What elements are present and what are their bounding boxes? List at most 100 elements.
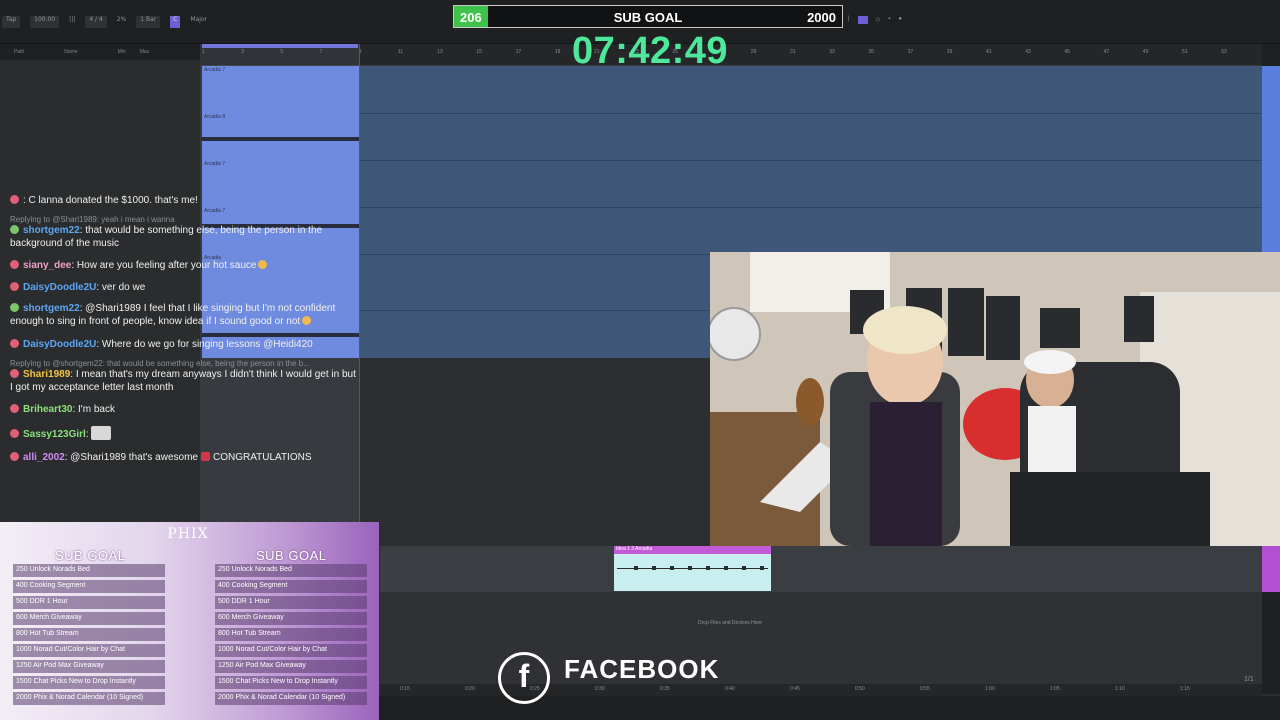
chat-username[interactable]: shortgem22	[23, 303, 80, 314]
user-badge-icon	[10, 404, 19, 413]
loop-toggle-icon[interactable]	[857, 16, 868, 24]
time-tick: 1:15	[1180, 686, 1190, 692]
goal-item: 250 Unlock Norads Bed	[215, 564, 367, 577]
sub-goal-bar: SUB GOAL 206 2000	[453, 5, 843, 28]
chat-username[interactable]: DaisyDoodle2U	[23, 282, 96, 293]
goal-item: 800 Hot Tub Stream	[215, 628, 367, 641]
midi-note	[724, 566, 728, 570]
time-tick: 0:20	[465, 686, 475, 692]
ruler-tick: 37	[907, 49, 914, 55]
goal-item: 250 Unlock Norads Bed	[13, 564, 165, 577]
midi-note	[706, 566, 710, 570]
ruler-tick: 51	[1182, 49, 1188, 55]
goal-item: 500 DDR 1 Hour	[215, 596, 367, 609]
user-badge-icon	[10, 195, 19, 204]
chat-message: shortgem22: @Shari1989 I feel that I lik…	[10, 302, 356, 328]
chat-username[interactable]: DaisyDoodle2U	[23, 339, 96, 350]
draw-mode-icon[interactable]: ◇	[876, 16, 881, 28]
facebook-icon-letter: f	[518, 658, 530, 694]
midi-clip[interactable]: Idea 1 3 Arcadia	[614, 546, 771, 591]
key-root-select[interactable]: C	[170, 16, 181, 28]
goal-item: 800 Hot Tub Stream	[13, 628, 165, 641]
user-badge-icon	[10, 369, 19, 378]
chat-username[interactable]: siany_dee	[23, 260, 71, 271]
user-badge-icon	[10, 452, 19, 461]
quantize-select[interactable]: 1 Bar	[136, 16, 161, 28]
chat-message-text: :	[85, 429, 89, 440]
goal-item: 2000 Phix & Norad Calendar (10 Signed)	[215, 692, 367, 705]
midi-clip-label: Idea 1 3 Arcadia	[614, 546, 771, 554]
chat-message: shortgem22: that would be something else…	[10, 224, 356, 250]
webcam-feed	[710, 252, 1280, 546]
column-header[interactable]: Name	[64, 49, 77, 55]
chat-message-text: : ver do we	[96, 282, 146, 293]
column-header[interactable]: Max	[140, 49, 149, 55]
user-badge-icon	[10, 303, 19, 312]
goal-list-right: 250 Unlock Norads Bed 400 Cooking Segmen…	[215, 564, 367, 708]
goal-item: 1000 Norad Cut/Color Hair by Chat	[215, 644, 367, 657]
chat-message: siany_dee: How are you feeling after you…	[10, 259, 356, 272]
track-list-headers: Path Name Min Max	[0, 44, 200, 60]
chat-message-text: : @Shari1989 that's awesome	[64, 452, 198, 463]
time-tick: 1:05	[1050, 686, 1060, 692]
scale-select[interactable]: Major	[190, 16, 207, 28]
ruler-tick: 35	[868, 49, 874, 55]
tempo-field[interactable]: 100.00	[30, 16, 60, 28]
chat-username[interactable]: shortgem22	[23, 225, 80, 236]
time-signature[interactable]: 4 / 4	[85, 16, 107, 28]
chat-message-text: : How are you feeling after your hot sau…	[71, 260, 257, 271]
midi-map-icon[interactable]: ●	[898, 16, 902, 28]
goal-item: 2000 Phix & Norad Calendar (10 Signed)	[13, 692, 165, 705]
chat-message: Sassy123Girl:	[10, 426, 356, 441]
ruler-tick: 49	[1142, 49, 1149, 55]
goal-item: 400 Cooking Segment	[215, 580, 367, 593]
ruler-tick: 29	[750, 49, 757, 55]
goal-item: 600 Merch Giveaway	[215, 612, 367, 625]
ruler-tick: 31	[790, 49, 796, 55]
sub-goal-label: SUB GOAL	[613, 10, 683, 25]
time-tick: 0:15	[400, 686, 410, 692]
transport-controls: Tap 100.00 ||| 4 / 4 2% 1 Bar C Major	[2, 16, 207, 28]
emote-image-icon	[91, 426, 112, 440]
track-header-audio[interactable]	[1262, 66, 1280, 252]
midi-note	[652, 566, 656, 570]
chat-message-text: : Where do we go for singing lessons @He…	[96, 339, 313, 350]
facebook-wordmark: FACEBOOK	[564, 654, 720, 684]
midi-track-lane[interactable]	[380, 546, 1262, 592]
user-badge-icon	[10, 429, 19, 438]
goal-item: 600 Merch Giveaway	[13, 612, 165, 625]
track-header-midi[interactable]	[1262, 546, 1280, 592]
chat-username[interactable]: Shari1989	[23, 369, 70, 380]
midi-note	[760, 566, 764, 570]
time-tick: 0:50	[855, 686, 865, 692]
ruler-tick: 45	[1064, 49, 1070, 55]
goal-item: 1250 Air Pod Max Giveaway	[13, 660, 165, 673]
ruler-tick: 17	[515, 49, 522, 55]
phix-logo: PHIX	[167, 526, 209, 542]
chat-username[interactable]: Briheart30	[23, 404, 72, 415]
ruler-tick: 39	[946, 49, 953, 55]
column-header[interactable]: Min	[118, 49, 126, 55]
time-tick: 1:00	[985, 686, 995, 692]
ruler-tick: 41	[986, 49, 992, 55]
stream-screen: Tap 100.00 ||| 4 / 4 2% 1 Bar C Major | …	[0, 0, 1280, 720]
key-map-icon[interactable]: ▪	[888, 16, 890, 28]
chat-message-text: CONGRATULATIONS	[212, 452, 312, 463]
midi-note	[742, 566, 746, 570]
time-tick: 0:55	[920, 686, 930, 692]
goal-item: 1500 Chat Picks New to Drop Instantly	[215, 676, 367, 689]
punch-in-icon[interactable]: |	[848, 16, 850, 28]
metronome-icon[interactable]: |||	[69, 16, 75, 28]
chat-username[interactable]: alli_2002	[23, 452, 65, 463]
chat-message: DaisyDoodle2U: Where do we go for singin…	[10, 338, 356, 351]
chat-message: : C lanna donated the $1000. that's me!	[10, 194, 356, 204]
user-badge-icon	[10, 225, 19, 234]
chat-username[interactable]: Sassy123Girl	[23, 429, 86, 440]
tap-button[interactable]: Tap	[2, 16, 21, 28]
sub-goal-panel: SUB GOAL SUB GOAL PHIX 250 Unlock Norads…	[0, 522, 379, 720]
page-indicator: 1/1	[1244, 676, 1254, 683]
goal-panel-title-left: SUB GOAL	[55, 548, 126, 563]
column-header[interactable]: Path	[14, 49, 24, 55]
sub-goal-target: 2000	[807, 10, 836, 25]
midi-note	[670, 566, 674, 570]
